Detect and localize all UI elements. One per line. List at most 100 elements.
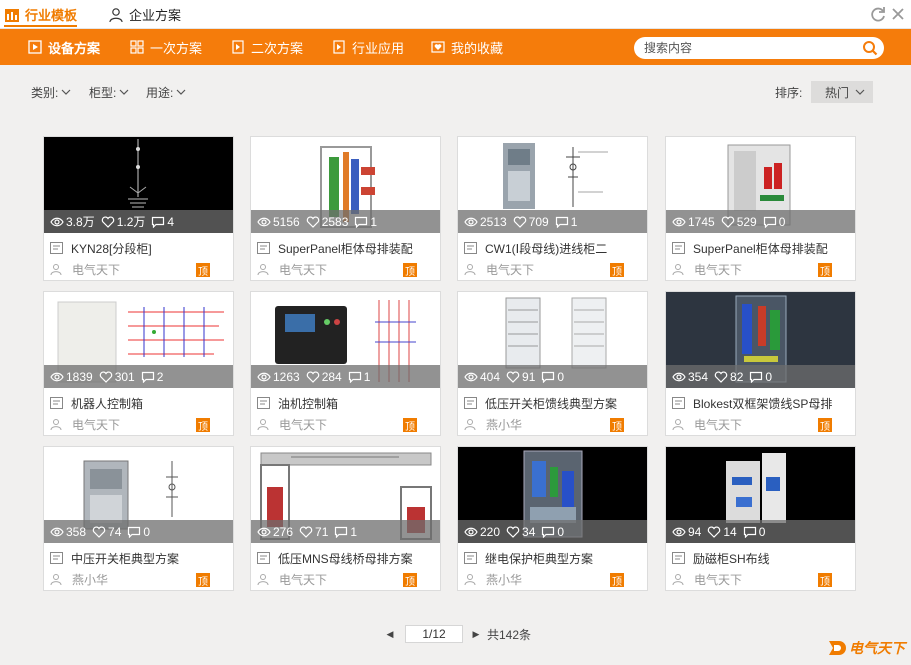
card-author: 燕小华 [464, 572, 523, 587]
card-title[interactable]: CW1(Ⅰ段母线)进线柜二 [464, 240, 646, 256]
card-title-text: SuperPanel柜体母排装配 [278, 241, 413, 256]
heart-box-icon [431, 41, 445, 53]
comment-icon [335, 526, 348, 538]
template-card[interactable]: 3.8万 1.2万 4 KYN28[分段柜] 电气天下 顶 [43, 136, 234, 281]
brand-name: 电气天下 [849, 640, 905, 656]
file-icon [257, 552, 270, 564]
comment-icon [542, 526, 555, 538]
tab-industry-templates[interactable]: 行业模板 [4, 0, 78, 29]
file-icon [257, 242, 270, 254]
card-title-text: Blokest双框架馈线SP母排 [693, 396, 833, 411]
total-count: 共142条 [487, 627, 532, 642]
card-title[interactable]: 低压开关柜馈线典型方案 [464, 395, 646, 411]
card-title[interactable]: KYN28[分段柜] [50, 240, 232, 256]
view-count: 358 [66, 524, 87, 539]
card-title[interactable]: Blokest双框架馈线SP母排 [672, 395, 854, 411]
tab-active-indicator [4, 25, 78, 27]
sort-select[interactable]: 热门 [811, 81, 873, 103]
pinned-badge: 顶 [196, 573, 210, 588]
comment-icon [763, 216, 776, 228]
filter-usage[interactable]: 用途: [146, 84, 186, 100]
card-author: 电气天下 [672, 262, 742, 277]
template-card[interactable]: 94 14 0 励磁柜SH布线 电气天下 顶 [665, 446, 856, 591]
author-name: 电气天下 [72, 262, 121, 277]
comment-count: 0 [143, 524, 151, 539]
template-card[interactable]: 358 74 0 中压开关柜典型方案 燕小华 顶 [43, 446, 234, 591]
card-title[interactable]: SuperPanel柜体母排装配 [257, 240, 439, 256]
view-count: 220 [480, 524, 501, 539]
grid-icon [130, 40, 144, 54]
user-icon [672, 419, 684, 430]
title-bar: 行业模板 企业方案 [0, 0, 911, 29]
user-icon [672, 574, 684, 585]
brand-logo-icon [829, 641, 846, 655]
file-icon [257, 397, 270, 409]
heart-icon [306, 215, 319, 228]
template-card[interactable]: 5156 2583 1 SuperPanel柜体母排装配 电气天下 顶 [250, 136, 441, 281]
card-stats: 94 14 0 [666, 520, 855, 543]
comment-count: 0 [758, 524, 766, 539]
user-icon [109, 7, 123, 22]
card-author: 燕小华 [464, 417, 523, 432]
template-card[interactable]: 354 82 0 Blokest双框架馈线SP母排 电气天下 顶 [665, 291, 856, 436]
card-author: 电气天下 [50, 417, 120, 432]
comment-icon [355, 216, 368, 228]
author-name: 燕小华 [486, 572, 523, 587]
heart-icon [721, 215, 734, 228]
template-card[interactable]: 404 91 0 低压开关柜馈线典型方案 燕小华 顶 [457, 291, 648, 436]
card-title[interactable]: 油机控制箱 [257, 395, 439, 411]
template-card[interactable]: 276 71 1 低压MNS母线桥母排方案 电气天下 顶 [250, 446, 441, 591]
template-card[interactable]: 220 34 0 继电保护柜典型方案 燕小华 顶 [457, 446, 648, 591]
card-title[interactable]: 励磁柜SH布线 [672, 550, 854, 566]
template-card[interactable]: 1839 301 2 机器人控制箱 电气天下 顶 [43, 291, 234, 436]
heart-icon [101, 215, 114, 228]
template-card[interactable]: 1745 529 0 SuperPanel柜体母排装配 电气天下 顶 [665, 136, 856, 281]
pinned-badge: 顶 [403, 573, 417, 588]
card-title[interactable]: SuperPanel柜体母排装配 [672, 240, 854, 256]
pinned-badge: 顶 [610, 573, 624, 588]
view-count: 1263 [273, 369, 300, 384]
file-icon [50, 552, 63, 564]
user-icon [464, 574, 476, 585]
search-input[interactable] [644, 39, 854, 57]
filter-label: 类别: [31, 85, 59, 100]
card-title[interactable]: 低压MNS母线桥母排方案 [257, 550, 439, 566]
eye-icon [464, 372, 478, 381]
file-icon [50, 397, 63, 409]
template-card[interactable]: 2513 709 1 CW1(Ⅰ段母线)进线柜二 电气天下 顶 [457, 136, 648, 281]
refresh-icon[interactable] [869, 5, 887, 23]
card-stats: 1263 284 1 [251, 365, 440, 388]
comment-count: 1 [570, 214, 578, 229]
comment-count: 4 [167, 214, 175, 229]
tab-enterprise-plans[interactable]: 企业方案 [108, 0, 181, 29]
page-input[interactable] [405, 625, 463, 643]
card-stats: 1839 301 2 [44, 365, 233, 388]
nav-item-secondary-plans[interactable]: 二次方案 [231, 29, 303, 65]
comment-count: 0 [557, 524, 565, 539]
comment-icon [348, 371, 361, 383]
author-name: 燕小华 [486, 417, 523, 432]
nav-item-my-favorites[interactable]: 我的收藏 [431, 29, 503, 65]
filter-category[interactable]: 类别: [31, 84, 71, 100]
nav-item-industry-apps[interactable]: 行业应用 [332, 29, 404, 65]
prev-page-button[interactable]: ◀ [385, 629, 395, 640]
card-title[interactable]: 继电保护柜典型方案 [464, 550, 646, 566]
author-name: 电气天下 [279, 417, 328, 432]
close-icon[interactable] [889, 5, 907, 23]
next-page-button[interactable]: ▶ [471, 629, 481, 640]
card-title[interactable]: 中压开关柜典型方案 [50, 550, 232, 566]
nav-item-label: 一次方案 [150, 40, 203, 56]
pinned-badge: 顶 [403, 418, 417, 433]
card-author: 电气天下 [672, 572, 742, 587]
filter-cabinet-type[interactable]: 柜型: [89, 84, 129, 100]
card-author: 电气天下 [672, 417, 742, 432]
nav-item-device-plans[interactable]: 设备方案 [28, 29, 100, 65]
card-title-text: 低压MNS母线桥母排方案 [278, 551, 413, 566]
nav-item-primary-plans[interactable]: 一次方案 [130, 29, 202, 65]
comment-count: 1 [350, 524, 358, 539]
view-count: 276 [273, 524, 294, 539]
card-title[interactable]: 机器人控制箱 [50, 395, 232, 411]
search-icon[interactable] [862, 40, 878, 56]
template-card[interactable]: 1263 284 1 油机控制箱电气天下 顶 [250, 291, 441, 436]
card-title-text: SuperPanel柜体母排装配 [693, 241, 828, 256]
